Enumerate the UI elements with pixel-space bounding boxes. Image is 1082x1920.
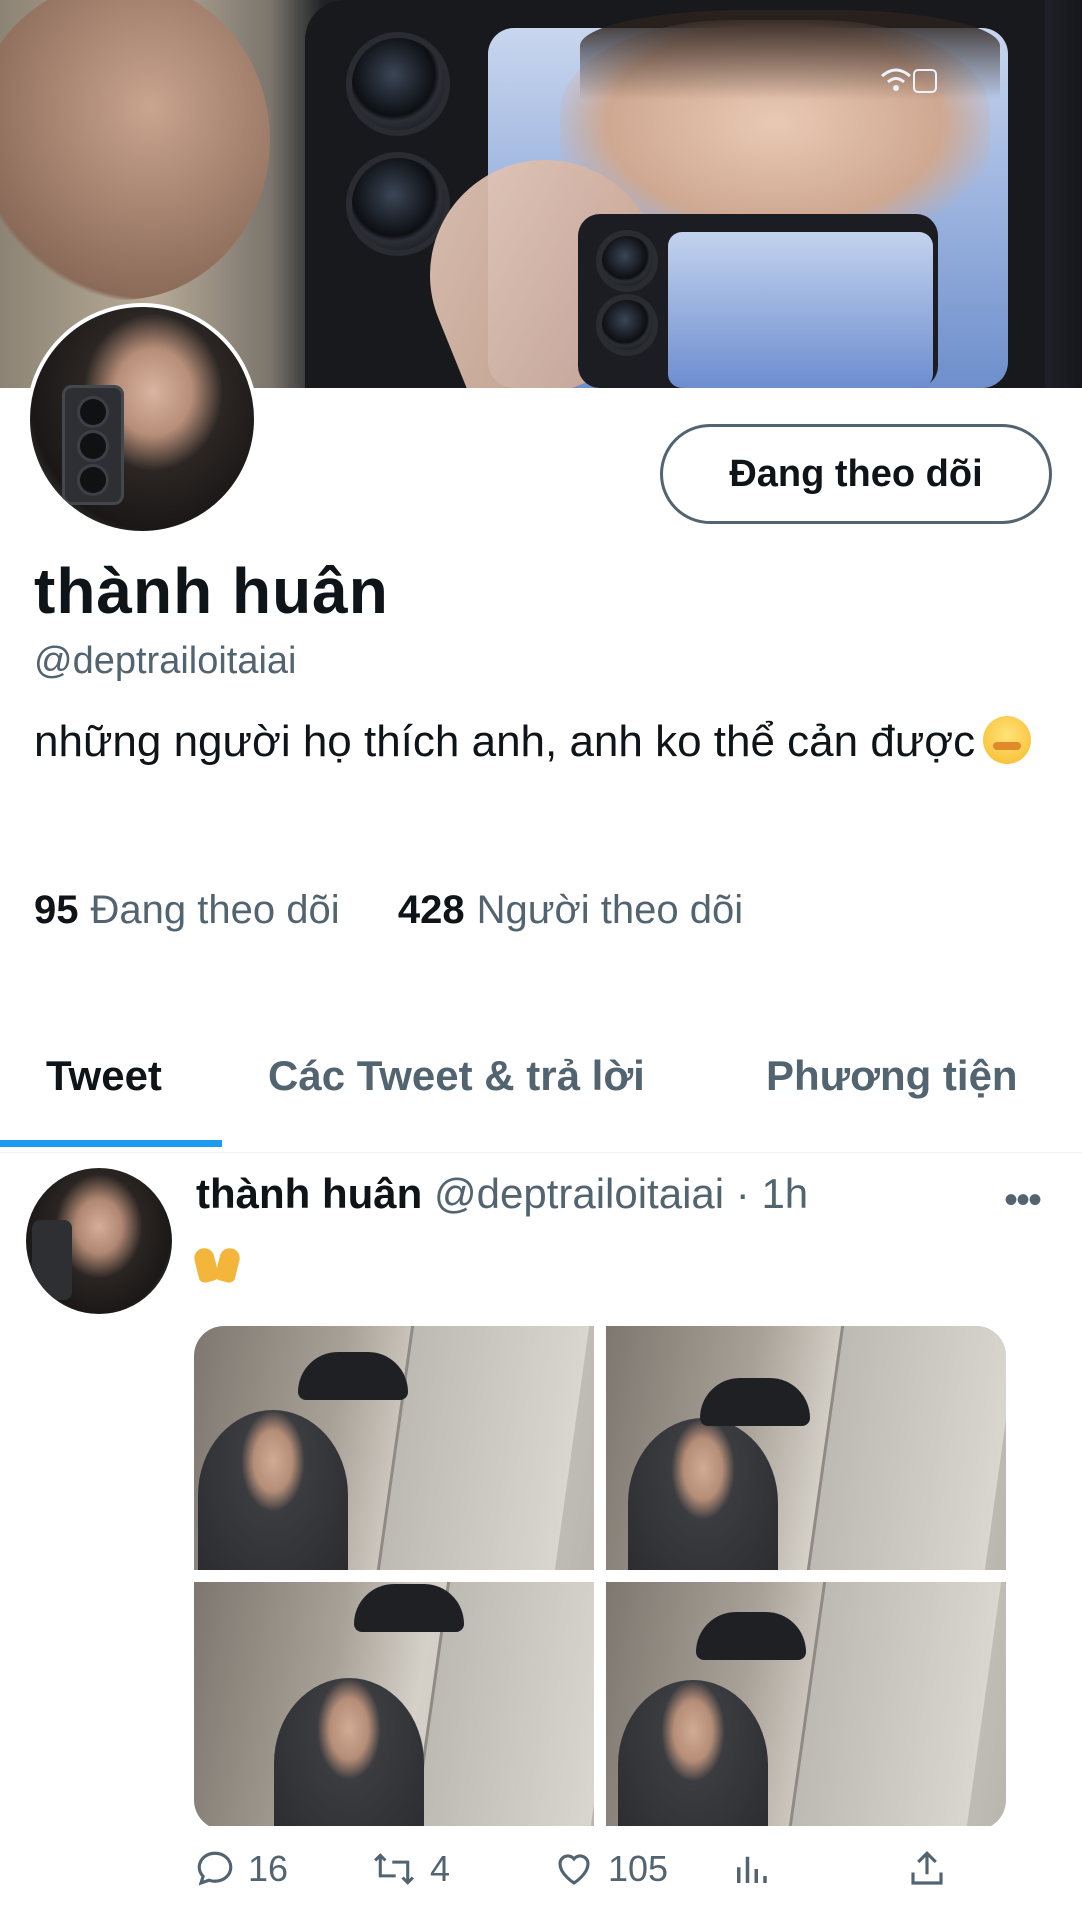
following-count: 95 xyxy=(34,888,79,932)
like-button[interactable]: 105 xyxy=(552,1848,668,1890)
tweet-actions: 16 4 105 xyxy=(194,1848,1044,1904)
tweet-photo-4[interactable] xyxy=(606,1582,1006,1826)
followers-count: 428 xyxy=(397,888,465,932)
more-options-icon[interactable]: ••• xyxy=(1004,1178,1042,1223)
banner-camera-lens xyxy=(602,300,652,350)
profile-avatar[interactable] xyxy=(26,303,258,535)
user-handle: @deptrailoitaiai xyxy=(34,640,297,682)
tweet-separator: · xyxy=(735,1170,750,1217)
followers-stat[interactable]: 428 Người theo dõi xyxy=(398,888,743,932)
tweet-author-avatar[interactable] xyxy=(26,1168,172,1314)
display-name: thành huân xyxy=(34,555,389,627)
reply-icon xyxy=(197,1851,233,1886)
tweet-author-name[interactable]: thành huân xyxy=(196,1170,422,1217)
banner-camera-lens xyxy=(602,236,652,286)
share-icon xyxy=(911,1851,943,1885)
heart-icon xyxy=(558,1854,590,1885)
bio-text: những người họ thích anh, anh ko thể cản… xyxy=(34,717,976,766)
tweet-author-handle[interactable]: @deptrailoitaiai xyxy=(434,1170,724,1217)
follow-stats: 95 Đang theo dõi 428 Người theo dõi xyxy=(34,888,743,933)
banner-camera-lens xyxy=(352,38,444,130)
profile-tabs: Tweet Các Tweet & trả lời Phương tiện xyxy=(0,1042,1082,1153)
banner-camera-lens xyxy=(352,158,444,250)
reply-button[interactable]: 16 xyxy=(194,1848,288,1890)
profile-bio: những người họ thích anh, anh ko thể cản… xyxy=(34,708,1034,776)
like-count: 105 xyxy=(608,1848,669,1889)
following-stat[interactable]: 95 Đang theo dõi xyxy=(34,888,340,932)
tweet-timestamp[interactable]: 1h xyxy=(761,1170,808,1217)
tab-tweets-and-replies[interactable]: Các Tweet & trả lời xyxy=(268,1052,645,1100)
share-button[interactable] xyxy=(906,1848,948,1890)
retweet-button[interactable]: 4 xyxy=(370,1848,450,1890)
avatar-phone xyxy=(62,385,124,505)
tab-tweets[interactable]: Tweet xyxy=(46,1052,162,1100)
tweet-photo-3[interactable] xyxy=(194,1582,594,1826)
retweet-icon xyxy=(374,1853,414,1885)
banner-inner-screen xyxy=(668,232,933,388)
tweet-media-grid xyxy=(194,1326,1006,1830)
analytics-button[interactable] xyxy=(730,1848,772,1890)
tweet-header: thành huân @deptrailoitaiai · 1h xyxy=(196,1170,808,1218)
tweet-photo-1[interactable] xyxy=(194,1326,594,1570)
active-tab-indicator xyxy=(0,1140,222,1147)
tweet-text xyxy=(192,1240,242,1291)
raising-hands-emoji-icon xyxy=(192,1240,242,1286)
banner-hand xyxy=(0,0,270,300)
wifi-icon xyxy=(878,62,938,108)
tab-media[interactable]: Phương tiện xyxy=(766,1052,1018,1100)
following-label: Đang theo dõi xyxy=(90,888,340,932)
followers-label: Người theo dõi xyxy=(476,888,744,932)
retweet-count: 4 xyxy=(430,1848,451,1889)
analytics-icon xyxy=(737,1856,767,1883)
relieved-face-emoji-icon xyxy=(983,716,1032,764)
following-button[interactable]: Đang theo dõi xyxy=(660,424,1052,524)
reply-count: 16 xyxy=(248,1848,289,1889)
tweet-photo-2[interactable] xyxy=(606,1326,1006,1570)
